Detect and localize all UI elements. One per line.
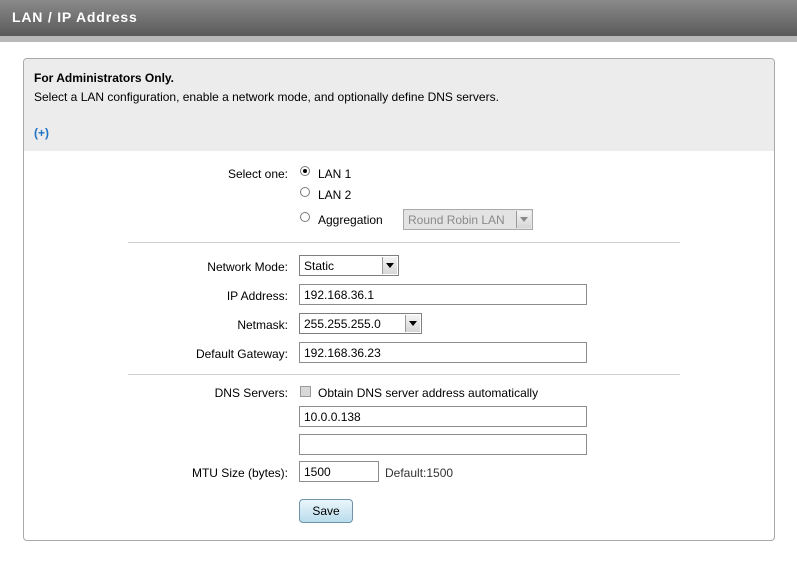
- netmask-label: Netmask:: [237, 318, 288, 332]
- aggregation-radio[interactable]: [300, 212, 310, 222]
- save-button[interactable]: Save: [299, 499, 353, 523]
- lan1-radio[interactable]: [300, 166, 310, 176]
- netmask-value: 255.255.255.0: [304, 317, 381, 331]
- default-gateway-label: Default Gateway:: [195, 347, 288, 361]
- admin-notice: For Administrators Only. Select a LAN co…: [24, 59, 774, 151]
- title-bar: LAN / IP Address: [0, 0, 797, 36]
- chevron-down-icon: [516, 211, 531, 228]
- obtain-dns-auto-label: Obtain DNS server address automatically: [318, 386, 539, 400]
- aggregation-label: Aggregation: [318, 213, 383, 227]
- obtain-dns-auto-checkbox[interactable]: [300, 386, 311, 397]
- ip-address-label: IP Address:: [226, 289, 288, 303]
- lan2-radio[interactable]: [300, 187, 310, 197]
- network-mode-label: Network Mode:: [207, 260, 288, 274]
- mtu-default-hint: Default:1500: [385, 466, 454, 480]
- ip-address-input[interactable]: 192.168.36.1: [299, 284, 587, 305]
- select-one-label: Select one:: [227, 167, 288, 181]
- title-bar-divider: [0, 36, 797, 42]
- aggregation-mode-value: Round Robin LAN: [408, 213, 505, 227]
- notice-title: For Administrators Only.: [34, 71, 175, 85]
- lan-settings-panel: For Administrators Only. Select a LAN co…: [23, 58, 775, 541]
- aggregation-mode-select[interactable]: Round Robin LAN: [403, 209, 533, 230]
- dns-server-1-input[interactable]: 10.0.0.138: [299, 406, 587, 427]
- netmask-select[interactable]: 255.255.255.0: [299, 313, 422, 334]
- mtu-size-input[interactable]: 1500: [299, 461, 379, 482]
- notice-text: Select a LAN configuration, enable a net…: [34, 90, 499, 104]
- mtu-size-label: MTU Size (bytes):: [191, 466, 288, 480]
- chevron-down-icon: [405, 315, 420, 332]
- section-divider: [128, 374, 680, 375]
- expand-link[interactable]: (+): [34, 126, 49, 140]
- network-mode-value: Static: [304, 259, 335, 273]
- dns-server-2-input[interactable]: [299, 434, 587, 455]
- page-title: LAN / IP Address: [12, 9, 138, 25]
- network-mode-select[interactable]: Static: [299, 255, 399, 276]
- default-gateway-input[interactable]: 192.168.36.23: [299, 342, 587, 363]
- chevron-down-icon: [382, 257, 397, 274]
- dns-servers-label: DNS Servers:: [214, 386, 288, 400]
- lan1-label: LAN 1: [318, 167, 352, 181]
- section-divider: [128, 242, 680, 243]
- lan2-label: LAN 2: [318, 188, 352, 202]
